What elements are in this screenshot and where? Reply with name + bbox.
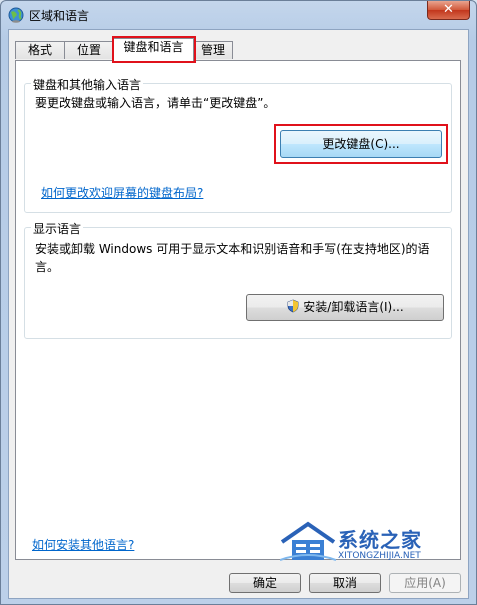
tab-label: 键盘和语言 (123, 40, 184, 54)
keyboard-description: 要更改键盘或输入语言，请单击“更改键盘”。 (35, 96, 276, 110)
tab-label: 格式 (27, 43, 52, 57)
tab-panel: 键盘和其他输入语言 要更改键盘或输入语言，请单击“更改键盘”。 更改键盘(C).… (15, 60, 461, 560)
button-label: 安装/卸载语言(I)... (303, 300, 404, 314)
button-label: 应用(A) (404, 576, 446, 590)
watermark-text: 系统之家 (338, 528, 422, 552)
watermark-url: XITONGZHIJIA.NET (338, 551, 421, 561)
button-label: 确定 (252, 576, 277, 590)
title-bar[interactable]: 区域和语言 ✕ (1, 1, 476, 29)
change-keyboards-button[interactable]: 更改键盘(C)... (280, 130, 442, 158)
window-title: 区域和语言 (29, 9, 90, 23)
keyboard-layout-help-link[interactable]: 如何更改欢迎屏幕的键盘布局? (41, 184, 203, 201)
tab-formats[interactable]: 格式 (15, 41, 65, 59)
apply-button[interactable]: 应用(A) (389, 573, 461, 593)
close-button[interactable]: ✕ (427, 1, 470, 20)
close-icon: ✕ (443, 2, 454, 17)
house-logo-icon (280, 521, 336, 561)
install-other-languages-link[interactable]: 如何安装其他语言? (32, 536, 134, 553)
uac-shield-icon (287, 299, 299, 313)
ok-button[interactable]: 确定 (229, 573, 301, 593)
display-language-group: 显示语言 安装或卸载 Windows 可用于显示文本和识别语音和手写(在支持地区… (24, 220, 452, 339)
dialog-client-area: 格式 位置 键盘和语言 管理 键盘和其他输入语言 要更改键盘或输入语言，请单击“… (8, 29, 469, 599)
tab-label: 位置 (76, 43, 101, 57)
display-language-description: 安装或卸载 Windows 可用于显示文本和识别语音和手写(在支持地区)的语言。 (35, 242, 430, 274)
install-uninstall-languages-button[interactable]: 安装/卸载语言(I)... (246, 294, 444, 321)
tab-keyboards-languages[interactable]: 键盘和语言 (113, 38, 194, 61)
tab-administrative[interactable]: 管理 (193, 41, 233, 59)
region-language-window: 区域和语言 ✕ 格式 位置 键盘和语言 管理 键盘和其他输入语言 要更改键盘或输… (0, 0, 477, 605)
tab-label: 管理 (200, 43, 225, 57)
display-language-title: 显示语言 (31, 220, 84, 237)
site-watermark: 系统之家 XITONGZHIJIA.NET (276, 518, 476, 566)
tab-strip: 格式 位置 键盘和语言 管理 (15, 36, 461, 63)
cancel-button[interactable]: 取消 (309, 573, 381, 593)
button-label: 更改键盘(C)... (322, 137, 400, 151)
tab-location[interactable]: 位置 (64, 41, 114, 59)
keyboard-group: 键盘和其他输入语言 要更改键盘或输入语言，请单击“更改键盘”。 更改键盘(C).… (24, 76, 452, 213)
keyboard-group-title: 键盘和其他输入语言 (31, 76, 144, 93)
globe-icon (8, 7, 24, 23)
button-label: 取消 (332, 576, 357, 590)
